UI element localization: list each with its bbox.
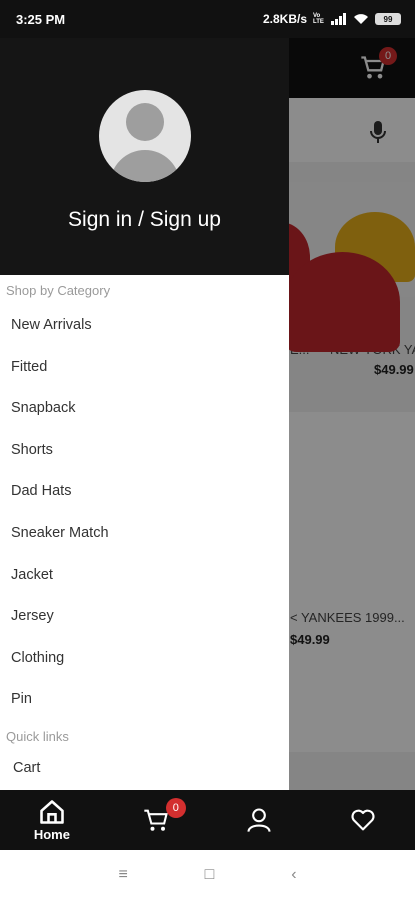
nav-cart-badge: 0 [165, 798, 186, 818]
avatar[interactable] [99, 90, 191, 182]
category-item-new-arrivals[interactable]: New Arrivals [0, 305, 289, 347]
menu-icon[interactable]: ≡ [118, 866, 127, 884]
category-item-clothing[interactable]: Clothing [0, 638, 289, 680]
nav-label-home: Home [33, 827, 70, 842]
sign-in-link[interactable]: Sign in / Sign up [0, 208, 289, 232]
category-item-pin[interactable]: Pin [0, 679, 289, 721]
bottom-nav: Home 0 [0, 790, 415, 850]
category-item-dad-hats[interactable]: Dad Hats [0, 471, 289, 513]
home-square-icon[interactable]: □ [205, 866, 215, 884]
status-indicators: 2.8KB/s Vo LTE 99 [263, 12, 401, 26]
network-speed: 2.8KB/s [262, 12, 307, 26]
drawer-header: Sign in / Sign up [0, 38, 289, 275]
navigation-drawer: Sign in / Sign up Shop by Category New A… [0, 38, 289, 790]
volte-label: Vo LTE [313, 13, 324, 25]
quick-links-heading: Quick links [6, 728, 69, 744]
signal-icon [331, 13, 346, 25]
category-item-jacket[interactable]: Jacket [0, 555, 289, 597]
category-item-sneaker-match[interactable]: Sneaker Match [0, 513, 289, 555]
heart-icon [351, 809, 375, 831]
category-item-snapback[interactable]: Snapback [0, 388, 289, 430]
battery-icon: 99 [375, 13, 401, 25]
nav-tab-wishlist[interactable] [311, 790, 415, 850]
wifi-icon [354, 14, 368, 24]
user-icon [247, 808, 271, 832]
status-time: 3:25 PM [16, 11, 66, 27]
back-icon[interactable]: ‹ [291, 866, 296, 884]
home-icon [40, 800, 64, 824]
status-bar: 3:25 PM 2.8KB/s Vo LTE 99 [0, 0, 415, 38]
system-nav-bar: ≡ □ ‹ [0, 850, 415, 900]
nav-tab-cart[interactable]: 0 [104, 790, 208, 850]
avatar-body [110, 150, 180, 182]
category-item-fitted[interactable]: Fitted [0, 347, 289, 389]
nav-tab-home[interactable]: Home [0, 790, 104, 850]
category-heading: Shop by Category [6, 283, 111, 298]
category-item-shorts[interactable]: Shorts [0, 430, 289, 472]
quick-link-cart[interactable]: Cart [0, 751, 289, 785]
avatar-head [126, 103, 164, 141]
nav-tab-account[interactable] [208, 790, 312, 850]
category-item-jersey[interactable]: Jersey [0, 596, 289, 638]
